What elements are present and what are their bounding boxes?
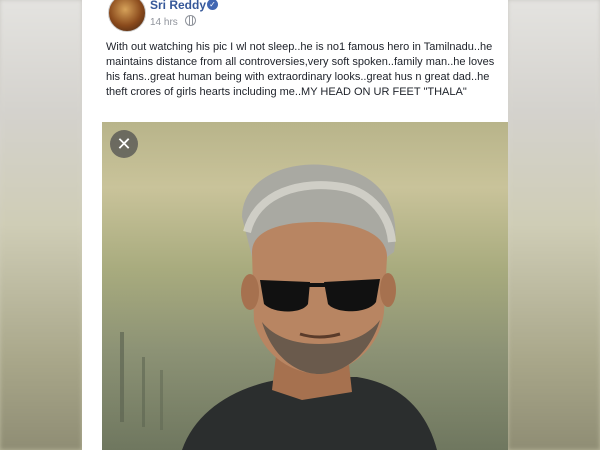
post-photo[interactable]: ✕ bbox=[102, 122, 508, 450]
post-timestamp[interactable]: 14 hrs bbox=[150, 17, 178, 28]
author-avatar[interactable] bbox=[108, 0, 146, 32]
close-icon[interactable]: ✕ bbox=[110, 130, 138, 158]
globe-icon[interactable] bbox=[184, 15, 196, 26]
author-name[interactable]: Sri Reddy bbox=[150, 0, 206, 12]
post-text: With out watching his pic I wl not sleep… bbox=[106, 41, 495, 98]
post-meta: 14 hrs bbox=[150, 15, 196, 28]
background-blur-left bbox=[0, 0, 82, 450]
facebook-post-card: Sri Reddy ✓ 14 hrs With out watching his… bbox=[82, 0, 508, 450]
background-blur-right bbox=[508, 0, 600, 450]
portrait-illustration bbox=[120, 164, 437, 450]
post-header: Sri Reddy ✓ 14 hrs bbox=[82, 0, 508, 36]
verified-check-icon: ✓ bbox=[207, 0, 218, 10]
